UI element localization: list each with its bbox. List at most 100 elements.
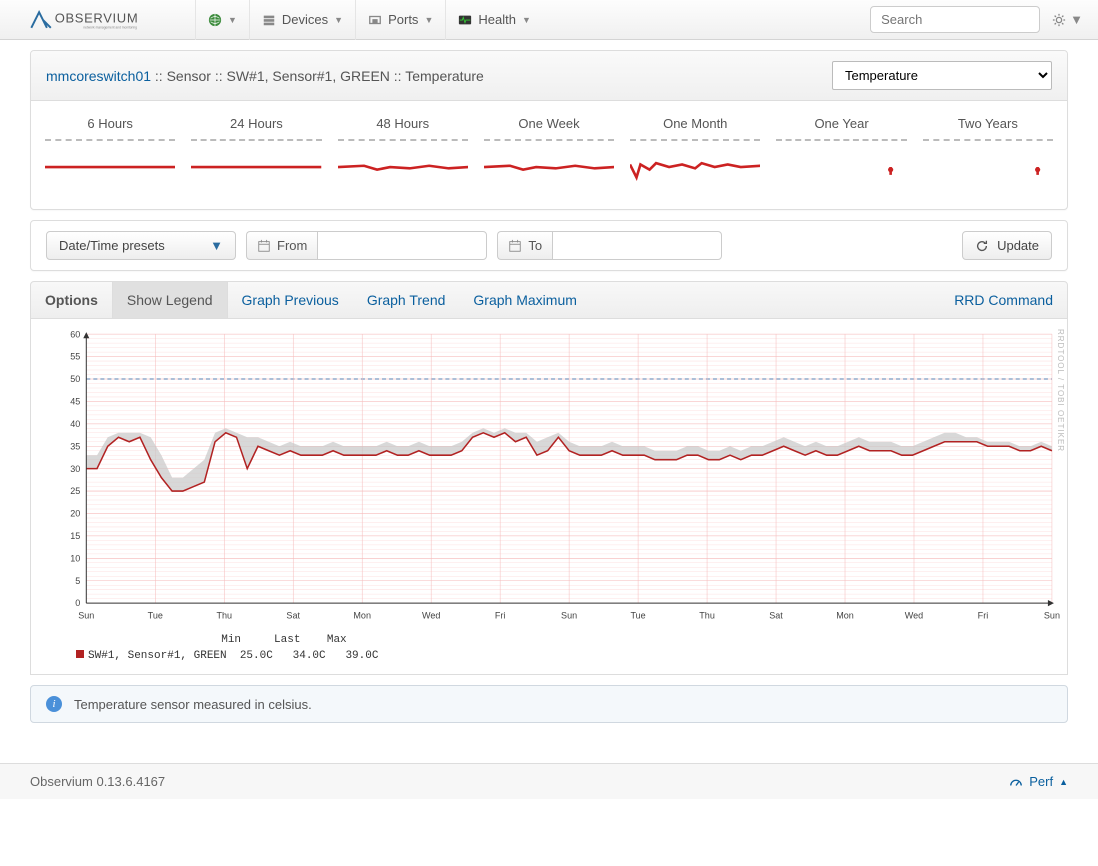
thumb-one-month[interactable]: One Month (626, 116, 764, 179)
svg-text:15: 15 (70, 531, 80, 541)
heartbeat-icon (458, 13, 472, 27)
svg-text:40: 40 (70, 419, 80, 429)
nav-health-label: Health (478, 12, 516, 27)
thumb-title: One Year (772, 116, 910, 131)
navbar: OBSERVIUM network management and monitor… (0, 0, 1098, 40)
tab-graph-trend[interactable]: Graph Trend (353, 282, 460, 318)
thumb-title: One Month (626, 116, 764, 131)
thumb-title: 6 Hours (41, 116, 179, 131)
info-icon: i (46, 696, 62, 712)
svg-text:Thu: Thu (699, 611, 715, 621)
nav-devices[interactable]: Devices ▼ (249, 0, 355, 40)
svg-text:OBSERVIUM: OBSERVIUM (55, 10, 139, 25)
from-input[interactable] (317, 231, 487, 260)
settings-menu[interactable]: ▼ (1052, 12, 1083, 27)
tab-options[interactable]: Options (31, 282, 112, 318)
footer: Observium 0.13.6.4167 Perf ▲ (0, 763, 1098, 799)
to-input[interactable] (552, 231, 722, 260)
to-addon: To (497, 231, 552, 260)
from-addon: From (246, 231, 317, 260)
port-icon (368, 13, 382, 27)
perf-link[interactable]: Perf ▲ (1009, 774, 1068, 789)
nav-ports-label: Ports (388, 12, 418, 27)
thumb-one-year[interactable]: One Year (772, 116, 910, 179)
to-group: To (497, 231, 722, 260)
caret-down-icon: ▼ (334, 15, 343, 25)
datetime-panel: Date/Time presets ▼ From To Up (30, 220, 1068, 271)
from-group: From (246, 231, 487, 260)
tab-graph-previous[interactable]: Graph Previous (228, 282, 353, 318)
thumb-title: Two Years (919, 116, 1057, 131)
svg-text:Wed: Wed (422, 611, 440, 621)
caret-down-icon: ▼ (228, 15, 237, 25)
rrdtool-watermark: RRDTOOL / TOBI OETIKER (1056, 329, 1065, 452)
nav-devices-label: Devices (282, 12, 328, 27)
info-box: i Temperature sensor measured in celsius… (30, 685, 1068, 723)
svg-text:50: 50 (70, 374, 80, 384)
search-input[interactable] (870, 6, 1040, 33)
breadcrumb-panel: mmcoreswitch01 :: Sensor :: SW#1, Sensor… (30, 50, 1068, 210)
svg-text:10: 10 (70, 553, 80, 563)
thumb-title: One Week (480, 116, 618, 131)
to-label: To (528, 238, 542, 253)
update-label: Update (997, 238, 1039, 253)
datetime-presets-button[interactable]: Date/Time presets ▼ (46, 231, 236, 260)
svg-text:0: 0 (75, 598, 80, 608)
svg-text:55: 55 (70, 352, 80, 362)
svg-text:Tue: Tue (148, 611, 163, 621)
caret-down-icon: ▼ (210, 238, 223, 253)
tab-show-legend[interactable]: Show Legend (112, 282, 228, 318)
perf-label: Perf (1029, 774, 1053, 789)
svg-text:25: 25 (70, 486, 80, 496)
server-icon (262, 13, 276, 27)
calendar-icon (257, 239, 271, 253)
sensor-select[interactable]: Temperature (832, 61, 1052, 90)
svg-text:60: 60 (70, 329, 80, 339)
version-text: Observium 0.13.6.4167 (30, 774, 165, 789)
caret-up-icon: ▲ (1059, 777, 1068, 787)
svg-text:45: 45 (70, 396, 80, 406)
svg-text:Sat: Sat (286, 611, 300, 621)
svg-text:Tue: Tue (630, 611, 645, 621)
device-link[interactable]: mmcoreswitch01 (46, 68, 151, 84)
svg-text:Sun: Sun (561, 611, 577, 621)
calendar-icon (508, 239, 522, 253)
breadcrumb: mmcoreswitch01 :: Sensor :: SW#1, Sensor… (46, 68, 832, 84)
legend-header: Min Last Max (36, 632, 1062, 648)
svg-text:Sun: Sun (1044, 611, 1060, 621)
svg-text:Sat: Sat (769, 611, 783, 621)
time-range-thumbs: 6 Hours 24 Hours 48 Hours One Week One Month… (31, 101, 1067, 209)
thumb-title: 48 Hours (334, 116, 472, 131)
thumb-24-hours[interactable]: 24 Hours (187, 116, 325, 179)
update-button[interactable]: Update (962, 231, 1052, 260)
globe-icon (208, 13, 222, 27)
thumb-6-hours[interactable]: 6 Hours (41, 116, 179, 179)
svg-text:35: 35 (70, 441, 80, 451)
svg-text:Wed: Wed (905, 611, 923, 621)
tab-rrd-command[interactable]: RRD Command (940, 282, 1067, 318)
tab-graph-maximum[interactable]: Graph Maximum (459, 282, 590, 318)
svg-text:Mon: Mon (836, 611, 854, 621)
thumb-one-week[interactable]: One Week (480, 116, 618, 179)
svg-text:Fri: Fri (978, 611, 989, 621)
logo[interactable]: OBSERVIUM network management and monitor… (15, 7, 175, 33)
svg-text:Mon: Mon (353, 611, 371, 621)
nav-globe[interactable]: ▼ (195, 0, 249, 40)
graph-tabs: Options Show Legend Graph Previous Graph… (30, 281, 1068, 319)
gear-icon (1052, 13, 1066, 27)
refresh-icon (975, 239, 989, 253)
svg-text:30: 30 (70, 464, 80, 474)
svg-text:20: 20 (70, 508, 80, 518)
caret-down-icon: ▼ (522, 15, 531, 25)
nav-ports[interactable]: Ports ▼ (355, 0, 445, 40)
nav-health[interactable]: Health ▼ (445, 0, 543, 40)
graph-container: 051015202530354045505560SunTueThuSatMonW… (30, 319, 1068, 675)
thumb-two-years[interactable]: Two Years (919, 116, 1057, 179)
thumb-48-hours[interactable]: 48 Hours (334, 116, 472, 179)
svg-text:Fri: Fri (495, 611, 506, 621)
datetime-presets-label: Date/Time presets (59, 238, 165, 253)
thumb-title: 24 Hours (187, 116, 325, 131)
breadcrumb-rest: :: Sensor :: SW#1, Sensor#1, GREEN :: Te… (155, 68, 484, 84)
from-label: From (277, 238, 307, 253)
caret-down-icon: ▼ (1070, 12, 1083, 27)
